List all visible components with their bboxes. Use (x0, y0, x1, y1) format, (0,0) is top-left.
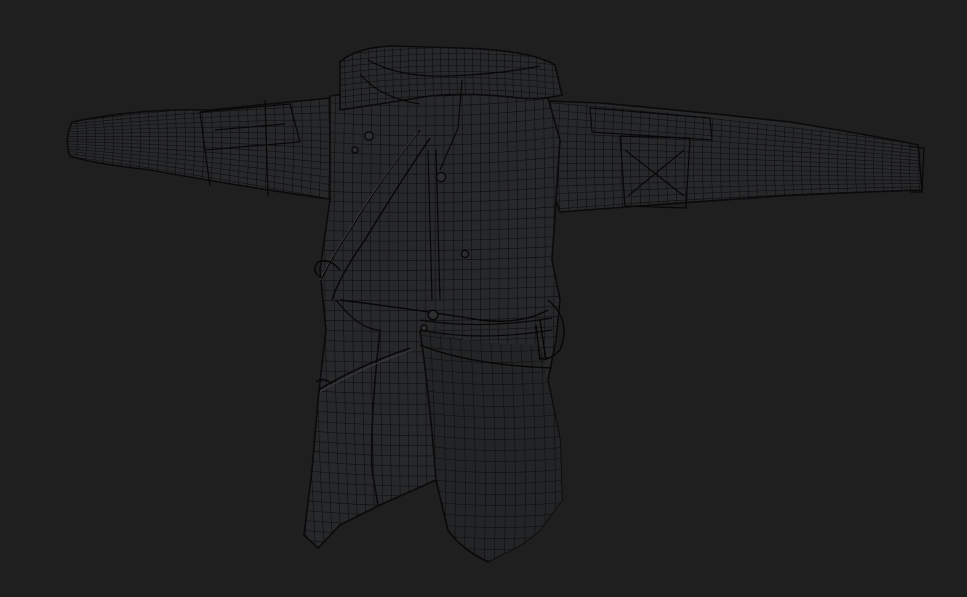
mesh-edge (418, 566, 566, 572)
button-1 (364, 131, 374, 141)
mesh-edge (304, 555, 562, 562)
3d-viewport[interactable] (0, 0, 967, 597)
button-3 (435, 171, 447, 183)
button-5 (427, 309, 439, 321)
coat-wireframe-render (66, 45, 925, 572)
button-2 (351, 146, 359, 154)
mesh-edge (304, 545, 562, 555)
right-sleeve (519, 99, 925, 213)
button-4 (460, 249, 470, 259)
button-6 (420, 324, 428, 332)
left-sleeve (66, 97, 337, 201)
